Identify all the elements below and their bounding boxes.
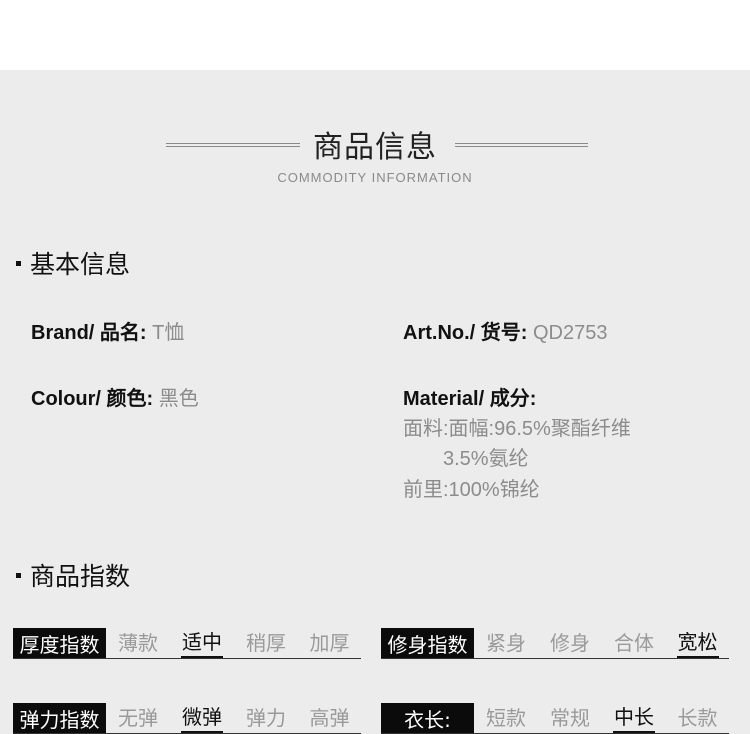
index-option: 稍厚 — [246, 630, 286, 655]
material-line: 面料:面幅:96.5%聚酯纤维 — [403, 418, 631, 440]
index-label: 修身指数 — [381, 628, 474, 658]
colour-label: Colour/ 颜色: — [31, 388, 154, 410]
index-option: 修身 — [550, 630, 590, 655]
material-label: Material/ 成分: — [403, 388, 537, 410]
length-index-bar: 衣长: 短款 常规 中长 长款 — [381, 703, 729, 734]
header-divider-right — [455, 143, 588, 147]
index-label: 衣长: — [381, 703, 474, 733]
index-option: 无弹 — [118, 705, 158, 730]
bullet-icon — [16, 260, 21, 266]
section-subtitle: COMMODITY INFORMATION — [277, 170, 473, 185]
brand-field: Brand/ 品名: T恤 — [31, 316, 184, 345]
material-line: 3.5%氨纶 — [443, 448, 529, 470]
brand-label: Brand/ 品名: — [31, 322, 147, 344]
index-option: 长款 — [677, 705, 718, 730]
index-option-selected: 微弹 — [170, 703, 234, 733]
art-no-field: Art.No./ 货号: QD2753 — [403, 316, 608, 345]
fit-index-bar: 修身指数 紧身 修身 合体 宽松 — [381, 628, 729, 659]
product-info-panel: 商品信息 COMMODITY INFORMATION 基本信息 Brand/ 品… — [0, 70, 750, 734]
elasticity-index-bar: 弹力指数 无弹 微弹 弹力 高弹 — [13, 703, 361, 734]
bullet-icon — [16, 572, 21, 578]
indices-heading-text: 商品指数 — [30, 562, 131, 591]
index-option: 高弹 — [309, 705, 350, 730]
index-option: 弹力 — [246, 705, 286, 730]
section-title: 商品信息 — [313, 130, 437, 165]
thickness-index-bar: 厚度指数 薄款 适中 稍厚 加厚 — [13, 628, 361, 659]
index-label: 弹力指数 — [13, 703, 106, 733]
art-no-label: Art.No./ 货号: — [403, 322, 528, 344]
indices-heading: 商品指数 — [16, 557, 130, 593]
index-option: 紧身 — [486, 630, 526, 655]
basic-info-heading: 基本信息 — [16, 245, 130, 281]
index-label: 厚度指数 — [13, 628, 106, 658]
index-option: 薄款 — [118, 630, 158, 655]
index-option: 合体 — [614, 630, 654, 655]
index-option-selected: 适中 — [170, 628, 234, 658]
index-option: 加厚 — [309, 630, 350, 655]
art-no-value: QD2753 — [533, 322, 608, 344]
basic-info-heading-text: 基本信息 — [30, 250, 131, 279]
material-line: 前里:100%锦纶 — [403, 479, 540, 501]
brand-value: T恤 — [152, 322, 185, 344]
colour-field: Colour/ 颜色: 黑色 — [31, 382, 199, 411]
index-option: 常规 — [550, 705, 590, 730]
index-option-selected: 宽松 — [666, 628, 729, 658]
index-option: 短款 — [486, 705, 526, 730]
index-option-selected: 中长 — [602, 703, 666, 733]
colour-value: 黑色 — [158, 388, 199, 410]
material-field: Material/ 成分: — [403, 382, 536, 411]
